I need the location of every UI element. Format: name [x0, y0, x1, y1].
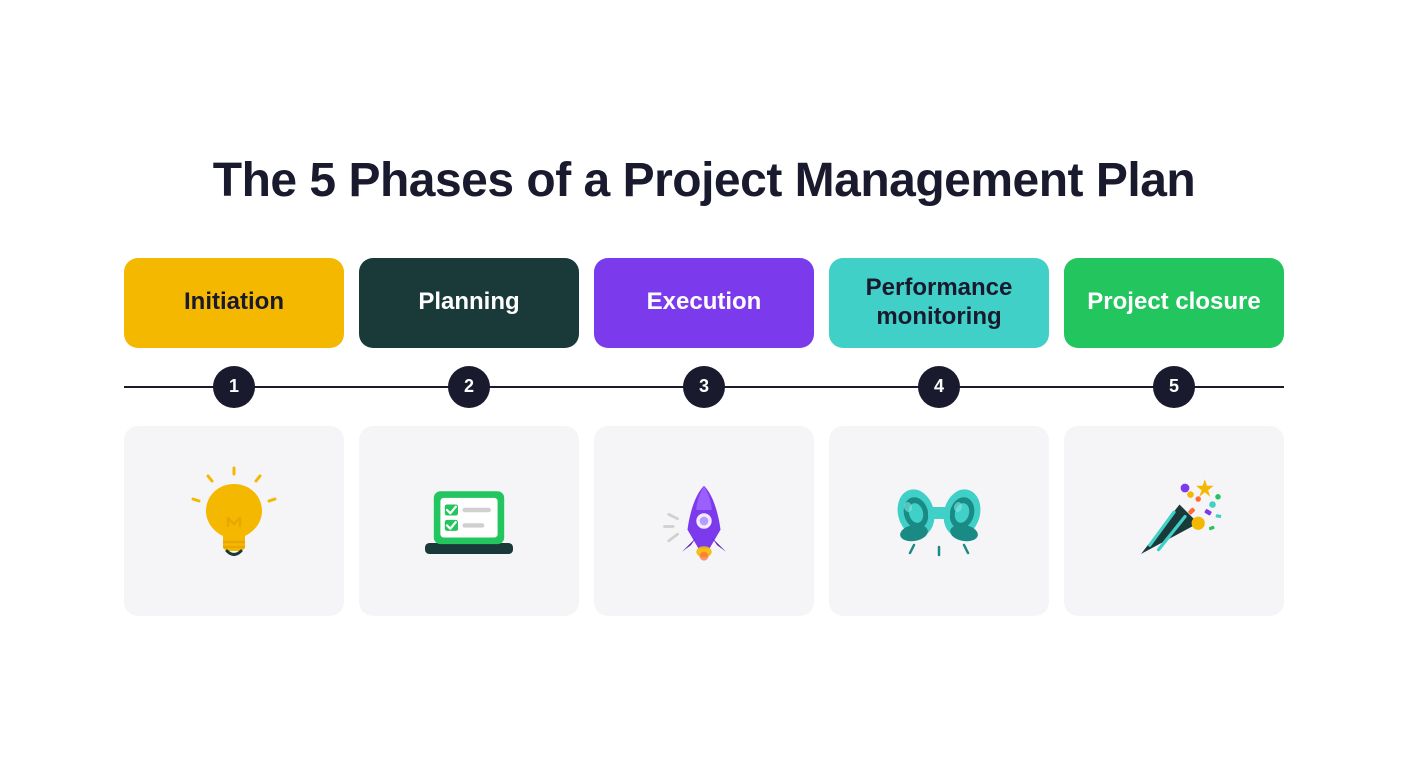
node-wrapper-4: 4 — [829, 366, 1049, 408]
rocket-icon — [649, 466, 759, 576]
icon-card-closure — [1064, 426, 1284, 616]
lightbulb-icon — [179, 466, 289, 576]
timeline-node-1: 1 — [213, 366, 255, 408]
timeline-node-3: 3 — [683, 366, 725, 408]
icon-cards-row — [104, 426, 1304, 616]
timeline-nodes: 1 2 3 4 — [124, 366, 1284, 408]
phase-labels-row: Initiation Planning Execution Performanc… — [104, 258, 1304, 348]
phase-label-execution: Execution — [594, 258, 814, 348]
node-wrapper-3: 3 — [594, 366, 814, 408]
phase-label-performance: Performance monitoring — [829, 258, 1049, 348]
phase-label-initiation: Initiation — [124, 258, 344, 348]
node-wrapper-2: 2 — [359, 366, 579, 408]
page-container: The 5 Phases of a Project Management Pla… — [44, 113, 1364, 656]
node-wrapper-1: 1 — [124, 366, 344, 408]
icon-card-performance — [829, 426, 1049, 616]
timeline-node-4: 4 — [918, 366, 960, 408]
timeline-node-5: 5 — [1153, 366, 1195, 408]
page-title: The 5 Phases of a Project Management Pla… — [104, 153, 1304, 208]
phases-section: Initiation Planning Execution Performanc… — [104, 258, 1304, 616]
binoculars-icon — [884, 466, 994, 576]
icon-card-initiation — [124, 426, 344, 616]
checklist-icon — [414, 466, 524, 576]
phase-label-closure: Project closure — [1064, 258, 1284, 348]
icon-card-execution — [594, 426, 814, 616]
timeline-row: 1 2 3 4 — [104, 366, 1304, 408]
party-popper-icon — [1119, 466, 1229, 576]
icon-card-planning — [359, 426, 579, 616]
node-wrapper-5: 5 — [1064, 366, 1284, 408]
phase-label-planning: Planning — [359, 258, 579, 348]
timeline-node-2: 2 — [448, 366, 490, 408]
